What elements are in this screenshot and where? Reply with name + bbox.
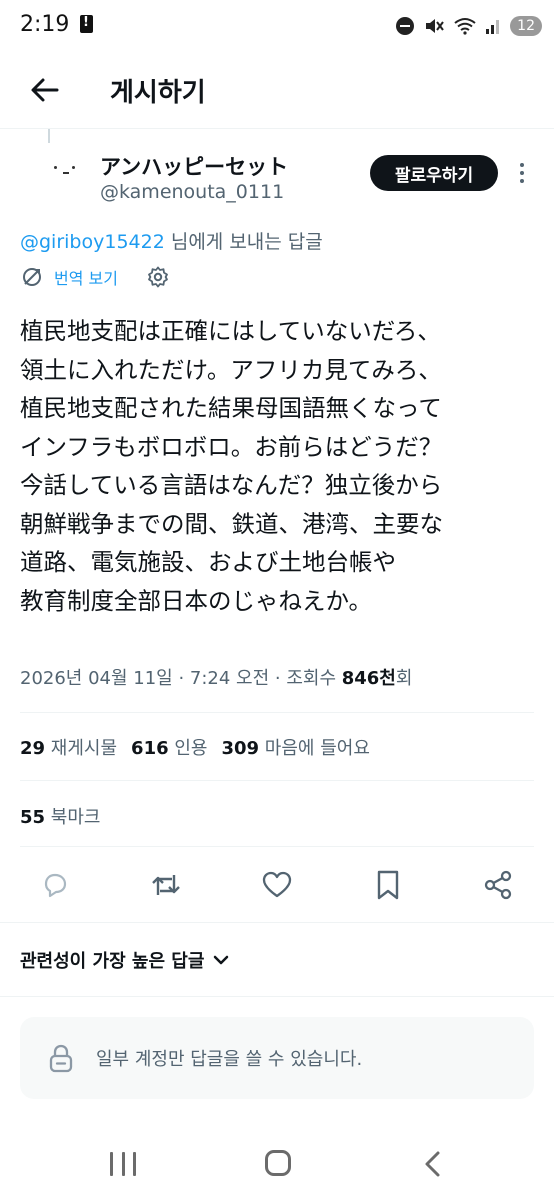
reply-icon	[44, 873, 67, 898]
recent-apps-button[interactable]	[110, 1152, 136, 1176]
status-bar: 2:19 12	[0, 0, 554, 52]
tweet-datetime[interactable]: 2026년 04월 11일 · 7:24 오전 · 조회수	[20, 668, 342, 689]
likes-count: 309	[221, 738, 260, 759]
tweet-text: 植民地支配は正確にはしていないだろ、 領土に入れただけ。アフリカ見てみろ、 植民…	[20, 317, 443, 615]
repost-icon	[152, 875, 180, 895]
arrow-left-icon	[31, 78, 59, 102]
divider	[0, 996, 554, 997]
thread-connector-line	[48, 129, 50, 143]
bookmarks-label: 북마크	[50, 807, 101, 828]
quotes-count: 616	[131, 738, 169, 759]
page-title: 게시하기	[110, 78, 206, 108]
quotes-label: 인용	[174, 738, 208, 759]
reposts-count: 29	[20, 738, 46, 759]
top-app-bar: 게시하기	[0, 52, 554, 128]
notification-count-badge: 12	[510, 16, 542, 36]
header-divider	[0, 128, 554, 129]
bookmarks-stat[interactable]: 55 북마크	[20, 803, 100, 829]
likes-stat[interactable]: 309 마음에 들어요	[221, 738, 369, 759]
translate-row: 번역 보기	[20, 262, 168, 292]
system-back-button[interactable]	[420, 1150, 446, 1178]
author-handle[interactable]: @kamenouta_0111	[100, 181, 284, 203]
reply-restricted-notice: 일부 계정만 답글을 쓸 수 있습니다.	[20, 1017, 534, 1099]
bookmark-button[interactable]	[371, 868, 405, 902]
engagement-stats: 29 재게시물 616 인용 309 마음에 들어요	[20, 734, 370, 760]
reply-mention-link[interactable]: @giriboy15422	[20, 231, 165, 253]
reply-to-suffix: 님에게 보내는 답글	[164, 231, 323, 253]
signal-icon	[486, 20, 500, 34]
reposts-label: 재게시물	[50, 738, 118, 759]
more-dot	[520, 163, 524, 167]
home-button[interactable]	[265, 1150, 291, 1176]
quotes-stat[interactable]: 616 인용	[131, 738, 207, 759]
gear-icon[interactable]	[146, 265, 170, 289]
avatar-eye	[54, 166, 57, 169]
back-button[interactable]	[26, 72, 62, 108]
view-count-suffix: 회	[395, 668, 413, 689]
status-time: 2:19	[20, 12, 70, 37]
more-dot	[520, 179, 524, 183]
do-not-disturb-icon	[396, 17, 415, 35]
view-count: 846천	[341, 668, 396, 689]
reposts-stat[interactable]: 29 재게시물	[20, 738, 117, 759]
divider	[20, 846, 534, 847]
status-icons: 12	[396, 12, 542, 40]
bookmarks-count: 55	[20, 807, 46, 828]
likes-label: 마음에 들어요	[264, 738, 370, 759]
tweet-meta: 2026년 04월 11일 · 7:24 오전 · 조회수 846천회	[20, 664, 412, 690]
avatar-eye	[72, 166, 75, 169]
follow-button[interactable]: 팔로우하기	[370, 155, 498, 191]
translate-icon	[23, 268, 41, 286]
repost-button[interactable]	[149, 868, 183, 902]
share-icon	[484, 870, 512, 900]
reply-sort-dropdown[interactable]: 관련성이 가장 높은 답글	[20, 946, 230, 974]
like-icon	[262, 871, 292, 898]
more-options-button[interactable]	[512, 158, 532, 188]
alert-icon	[80, 15, 93, 33]
like-button[interactable]	[260, 868, 294, 902]
reply-sort-label: 관련성이 가장 높은 답글	[20, 951, 205, 972]
reply-restricted-message: 일부 계정만 답글을 쓸 수 있습니다.	[96, 1049, 363, 1070]
bookmark-icon	[377, 870, 399, 900]
divider	[20, 712, 534, 713]
chevron-down-icon	[214, 955, 229, 965]
reply-to-line: @giriboy15422 님에게 보내는 답글	[20, 227, 323, 254]
more-dot	[520, 171, 524, 175]
divider	[20, 780, 534, 781]
reply-button[interactable]	[38, 868, 72, 902]
translate-button[interactable]: 번역 보기	[54, 265, 118, 289]
mute-icon	[426, 19, 444, 33]
divider	[0, 922, 554, 923]
wifi-icon	[454, 18, 476, 35]
avatar-mouth	[63, 172, 69, 174]
system-navigation-bar	[0, 1130, 554, 1200]
share-button[interactable]	[481, 868, 515, 902]
avatar[interactable]	[22, 150, 82, 210]
lock-icon	[49, 1044, 73, 1073]
author-name[interactable]: アンハッピーセット	[100, 151, 288, 181]
